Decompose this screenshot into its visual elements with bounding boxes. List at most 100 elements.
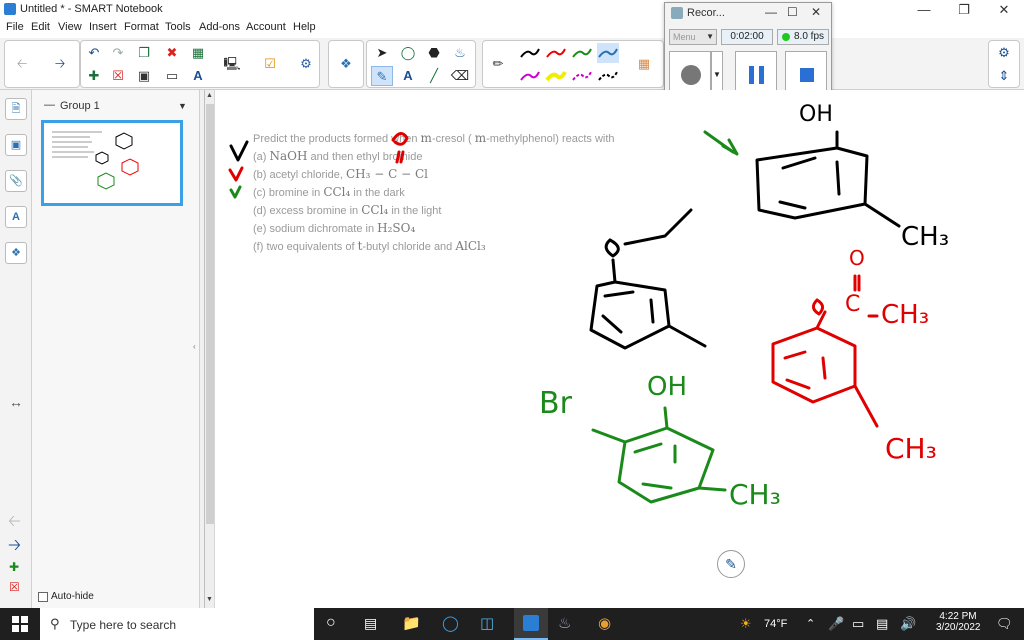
table-icon[interactable]: ▦ bbox=[187, 43, 209, 63]
shapes-icon[interactable]: ◯ bbox=[397, 43, 419, 63]
redo-icon[interactable]: ↷ bbox=[107, 43, 129, 63]
windows-start-icon[interactable] bbox=[12, 616, 28, 632]
eraser-icon[interactable]: ⌫ bbox=[449, 66, 471, 86]
puzzle-icon[interactable]: ❖ bbox=[335, 54, 357, 74]
minimize-button[interactable]: — bbox=[904, 0, 944, 20]
taskbar-search-box[interactable]: ⚲ Type here to search bbox=[40, 608, 314, 640]
close-button[interactable]: ✕ bbox=[984, 0, 1024, 20]
cortana-icon[interactable]: ○ bbox=[326, 614, 336, 632]
task-view-icon[interactable]: ▤ bbox=[364, 615, 377, 632]
splitter-grip-icon[interactable]: ‹ bbox=[193, 342, 196, 351]
display-icon[interactable]: 🖳 bbox=[221, 54, 243, 74]
auto-hide-checkbox[interactable] bbox=[38, 592, 48, 602]
add-page-icon[interactable]: ✚ bbox=[83, 66, 105, 86]
show-hidden-icons-chevron-icon[interactable]: ⌃ bbox=[806, 617, 815, 630]
pen-style-red[interactable] bbox=[545, 43, 567, 63]
carbonyl-double-bond bbox=[853, 274, 861, 292]
clock-date: 3/20/2022 bbox=[936, 622, 981, 633]
fill-icon[interactable]: ⬣ bbox=[423, 43, 445, 63]
pen-style-blue[interactable] bbox=[597, 43, 619, 63]
menu-edit[interactable]: Edit bbox=[31, 21, 50, 33]
floating-pen-button[interactable]: ✎ bbox=[717, 550, 745, 578]
pen-style-dashed-magenta[interactable] bbox=[571, 66, 593, 86]
network-icon[interactable]: ▤ bbox=[876, 616, 888, 632]
sidebar-add-page-icon[interactable]: ✚ bbox=[9, 560, 19, 574]
pen-style-yellow[interactable] bbox=[545, 66, 567, 86]
lesson-activity-icon[interactable]: ☑ bbox=[259, 54, 281, 74]
text-tool-icon[interactable]: A bbox=[397, 66, 419, 86]
edge-browser-icon[interactable]: ◯ bbox=[442, 614, 459, 632]
collapse-group-icon[interactable]: — bbox=[44, 99, 55, 111]
color-palette-icon[interactable]: ▦ bbox=[633, 54, 655, 74]
microphone-icon[interactable]: 🎤 bbox=[828, 616, 844, 632]
clock-time: 4:22 PM bbox=[939, 611, 977, 622]
add-ons-tab[interactable]: ❖ bbox=[5, 242, 27, 264]
label-ch3-red: CH₃ bbox=[885, 432, 937, 465]
select-arrow-icon[interactable]: ➤ bbox=[371, 43, 393, 63]
sidebar-next-icon[interactable]: 🡢 bbox=[8, 534, 21, 561]
file-explorer-icon[interactable]: 📁 bbox=[402, 614, 421, 632]
paint-app-icon[interactable]: ♨ bbox=[558, 614, 571, 632]
sidebar-previous-icon[interactable]: 🡠 bbox=[8, 510, 21, 537]
properties-tab[interactable]: A bbox=[5, 206, 27, 228]
notifications-icon[interactable]: 🗨 bbox=[996, 616, 1013, 632]
weather-temperature[interactable]: 74°F bbox=[764, 618, 787, 630]
pen-style-green[interactable] bbox=[571, 43, 593, 63]
window-title: Untitled * - SMART Notebook bbox=[20, 3, 163, 15]
volume-icon[interactable]: 🔊 bbox=[900, 616, 916, 632]
delete-page-icon[interactable]: ☒ bbox=[107, 66, 129, 86]
battery-icon[interactable]: ▭ bbox=[852, 616, 864, 632]
delete-icon[interactable]: ✖ bbox=[161, 43, 183, 63]
menu-format[interactable]: Format bbox=[124, 21, 159, 33]
page-sorter-tab[interactable]: 🗎 bbox=[5, 98, 27, 120]
maximize-button[interactable]: ❐ bbox=[944, 0, 984, 20]
sidebar-delete-page-icon[interactable]: ☒ bbox=[9, 580, 20, 594]
previous-page-icon[interactable]: 🡠 bbox=[11, 54, 33, 74]
attachments-tab[interactable]: 📎 bbox=[5, 170, 27, 192]
smart-notebook-taskbar-button[interactable] bbox=[514, 608, 548, 640]
toolbar: 🡠 🡢 ↶ ↷ ❐ ✖ ▦ ✚ ☒ ▣ ▭ A 🖳 ☑ ⚙ ❖ ➤ ◯ ⬣ ♨ … bbox=[0, 38, 1024, 90]
menu-help[interactable]: Help bbox=[293, 21, 316, 33]
whiteboard-canvas[interactable]: ▲ ▼ Predict the products formed when m-c… bbox=[204, 90, 1024, 608]
add-ons-icon[interactable]: ⚙ bbox=[295, 54, 317, 74]
menu-file[interactable]: File bbox=[6, 21, 24, 33]
paste-icon[interactable]: ❐ bbox=[133, 43, 155, 63]
label-ch3-green: CH₃ bbox=[729, 478, 781, 511]
paint-bucket-icon[interactable]: ♨ bbox=[449, 43, 471, 63]
check-mark-b bbox=[228, 166, 244, 182]
chrome-browser-icon[interactable]: ◉ bbox=[598, 614, 611, 632]
page-sorter-panel: — Group 1 ▼ ‹ Auto-hide bbox=[32, 90, 200, 608]
resize-sidebar-icon[interactable]: ↔ bbox=[9, 394, 23, 410]
settings-gear-icon[interactable]: ⚙ bbox=[993, 43, 1015, 63]
group-menu-chevron-icon[interactable]: ▼ bbox=[178, 101, 187, 111]
recorder-maximize-button[interactable]: ☐ bbox=[787, 5, 798, 19]
undo-icon[interactable]: ↶ bbox=[83, 43, 105, 63]
recorder-minimize-button[interactable]: — bbox=[765, 5, 777, 19]
weather-icon[interactable]: ☀ bbox=[740, 616, 752, 632]
screen-shade-icon[interactable]: ▭ bbox=[161, 66, 183, 86]
menu-account[interactable]: Account bbox=[246, 21, 286, 33]
stop-icon bbox=[800, 68, 814, 82]
page-thumbnail-1[interactable] bbox=[41, 120, 183, 206]
pen-tool-icon[interactable]: ✎ bbox=[371, 66, 393, 86]
recorder-mode-select[interactable]: Menu ▼ bbox=[669, 29, 717, 45]
store-icon[interactable]: ◫ bbox=[480, 614, 494, 632]
move-toolbar-icon[interactable]: ⇕ bbox=[993, 66, 1015, 86]
label-oh-top: OH bbox=[799, 102, 833, 127]
pen-options-icon[interactable]: ✏ bbox=[487, 54, 509, 74]
recorder-mode-value: Menu bbox=[673, 32, 696, 42]
save-icon[interactable]: ▣ bbox=[133, 66, 155, 86]
pen-style-magenta[interactable] bbox=[519, 66, 541, 86]
pen-style-black[interactable] bbox=[519, 43, 541, 63]
menu-insert[interactable]: Insert bbox=[89, 21, 117, 33]
menu-tools[interactable]: Tools bbox=[165, 21, 191, 33]
menu-view[interactable]: View bbox=[58, 21, 82, 33]
recorder-close-button[interactable]: ✕ bbox=[811, 5, 821, 19]
text-format-icon[interactable]: A bbox=[187, 66, 209, 86]
gallery-tab[interactable]: ▣ bbox=[5, 134, 27, 156]
line-tool-icon[interactable]: ╱ bbox=[423, 66, 445, 86]
pen-style-dashed-black[interactable] bbox=[597, 66, 619, 86]
menu-addons[interactable]: Add-ons bbox=[199, 21, 240, 33]
clock[interactable]: 4:22 PM 3/20/2022 bbox=[936, 611, 981, 633]
next-page-icon[interactable]: 🡢 bbox=[49, 54, 71, 74]
